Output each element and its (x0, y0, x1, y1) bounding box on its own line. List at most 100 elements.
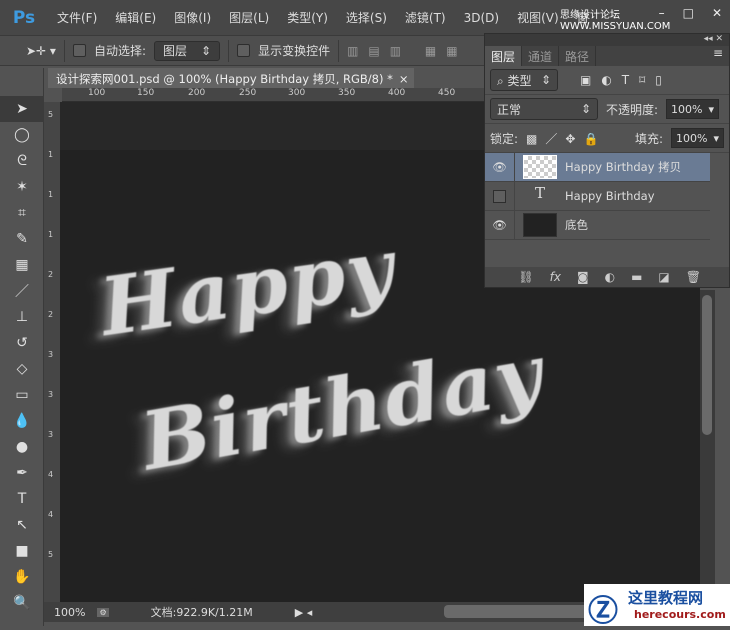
vruler-tick: 3 (48, 350, 54, 359)
eyedropper-icon[interactable]: ✎ (0, 226, 44, 252)
document-tab[interactable]: 设计探索网001.psd @ 100% (Happy Birthday 拷贝, … (48, 68, 414, 88)
type-tool-icon[interactable]: T (0, 486, 44, 512)
healing-brush-icon[interactable]: ▦ (0, 252, 44, 278)
layers-panel-footer: ⛓ fx ◙ ◐ ▬ ◪ 🗑 (485, 267, 729, 287)
zoom-level[interactable]: 100% (54, 606, 85, 619)
lock-icons[interactable]: ▩／✥🔒 (526, 130, 606, 147)
pen-tool-icon[interactable]: ✒ (0, 460, 44, 486)
minimize-button[interactable]: – (659, 6, 665, 20)
menu-edit[interactable]: 编辑(E) (106, 9, 165, 26)
menu-layer[interactable]: 图层(L) (220, 9, 278, 26)
blur-tool-icon[interactable]: 💧 (0, 408, 44, 434)
layer-name: 底色 (565, 218, 588, 232)
auto-select-checkbox[interactable] (72, 44, 86, 57)
vruler-tick: 1 (48, 230, 54, 239)
close-tab-icon[interactable]: × (399, 72, 409, 86)
gradient-tool-icon[interactable]: ▭ (0, 382, 44, 408)
folder-icon[interactable]: ▬ (631, 270, 642, 284)
layers-panel: ◂◂ ✕ 图层 通道 路径 ≡ ⌕ 类型 ⇕ ▣◐T⌑▯ 正常 ⇕ 不透明度: 10… (484, 33, 730, 288)
filter-icons[interactable]: ▣◐T⌑▯ (580, 73, 672, 87)
blend-mode-dropdown[interactable]: 正常 ⇕ (490, 98, 598, 120)
layer-row[interactable]: 👁 底色 (485, 211, 710, 240)
vruler-tick: 2 (48, 270, 54, 279)
mask-icon[interactable]: ◙ (577, 270, 589, 284)
vruler-tick: 3 (48, 390, 54, 399)
eye-icon[interactable]: 👁 (485, 211, 515, 239)
auto-select-label: 自动选择: (93, 44, 146, 58)
history-brush-icon[interactable]: ↺ (0, 330, 44, 356)
status-menu-arrow[interactable]: ▶ ◂ (295, 606, 312, 619)
layer-thumbnail (523, 213, 557, 237)
hand-tool-icon[interactable]: ✋ (0, 564, 44, 590)
menu-view[interactable]: 视图(V) (508, 9, 568, 26)
vruler-tick: 4 (48, 470, 54, 479)
shape-tool-icon[interactable]: ■ (0, 538, 44, 564)
layer-name: Happy Birthday 拷贝 (565, 160, 682, 174)
crop-tool-icon[interactable]: ⌗ (0, 200, 44, 226)
menu-select[interactable]: 选择(S) (337, 9, 396, 26)
horizontal-ruler: 100 150 200 250 300 350 400 450 (62, 88, 484, 102)
status-icon: ⚙ (97, 607, 109, 617)
fx-icon[interactable]: fx (550, 270, 561, 284)
layer-row[interactable]: T Happy Birthday (485, 182, 710, 211)
marquee-tool-icon[interactable]: ◯ (0, 122, 44, 148)
menu-image[interactable]: 图像(I) (165, 9, 220, 26)
photoshop-logo: Ps (12, 7, 36, 28)
maximize-button[interactable]: □ (683, 6, 694, 20)
link-icon[interactable]: ⛓ (518, 270, 533, 284)
align-icons[interactable]: ▥▤▥ ▦▦ (347, 44, 468, 58)
tools-panel: ➤ ◯ ᘓ ✶ ⌗ ✎ ▦ ／ ⊥ ↺ ◇ ▭ 💧 ● ✒ T ↖ ■ ✋ 🔍 (0, 68, 44, 626)
menu-type[interactable]: 类型(Y) (278, 9, 337, 26)
vruler-tick: 3 (48, 430, 54, 439)
tab-channels[interactable]: 通道 (522, 46, 560, 66)
text-layer-icon: T (534, 184, 545, 202)
new-layer-icon[interactable]: ◪ (658, 270, 669, 284)
stamp-tool-icon[interactable]: ⊥ (0, 304, 44, 330)
close-button[interactable]: ✕ (712, 6, 722, 20)
zoom-tool-icon[interactable]: 🔍 (0, 590, 44, 616)
opacity-label: 不透明度: (606, 102, 659, 117)
art-text-happy: Happy (94, 219, 401, 355)
tab-layers[interactable]: 图层 (485, 46, 523, 66)
art-text-birthday: Birthday (134, 325, 551, 489)
opacity-input[interactable]: 100% ▾ (666, 99, 720, 119)
brand-logo: Ⓩ (588, 594, 618, 629)
vruler-tick: 4 (48, 510, 54, 519)
site-watermark: Ⓩ 这里教程网 herecours.com (584, 584, 730, 629)
vertical-ruler: 5 1 1 1 2 2 3 3 3 4 4 5 (44, 102, 60, 602)
visibility-off-box[interactable] (485, 182, 515, 210)
fill-input[interactable]: 100% ▾ (671, 128, 724, 148)
show-transform-label: 显示变换控件 (258, 44, 331, 58)
path-select-icon[interactable]: ↖ (0, 512, 44, 538)
move-tool-icon[interactable]: ➤✛ ▾ (26, 44, 56, 58)
menu-filter[interactable]: 滤镜(T) (396, 9, 455, 26)
panel-collapse-icon[interactable]: ◂◂ ✕ (485, 34, 729, 46)
panel-menu-icon[interactable]: ≡ (713, 46, 729, 66)
auto-select-dropdown[interactable]: 图层 ⇕ (154, 40, 221, 61)
doc-info: 文档:922.9K/1.21M (150, 606, 253, 619)
layer-thumbnail (523, 155, 557, 179)
fill-label: 填充: (634, 131, 664, 146)
brush-tool-icon[interactable]: ／ (0, 278, 44, 304)
tab-paths[interactable]: 路径 (559, 46, 597, 66)
move-tool-icon[interactable]: ➤ (0, 96, 44, 122)
layer-name: Happy Birthday (565, 189, 655, 203)
layer-row[interactable]: 👁 Happy Birthday 拷贝 (485, 153, 710, 182)
dodge-tool-icon[interactable]: ● (0, 434, 44, 460)
vruler-tick: 1 (48, 150, 54, 159)
vruler-tick: 5 (48, 110, 54, 119)
magic-wand-icon[interactable]: ✶ (0, 174, 44, 200)
menu-file[interactable]: 文件(F) (48, 9, 106, 26)
eye-icon[interactable]: 👁 (485, 153, 515, 181)
menu-bar: Ps 文件(F) 编辑(E) 图像(I) 图层(L) 类型(Y) 选择(S) 滤… (0, 0, 730, 35)
trash-icon[interactable]: 🗑 (686, 270, 701, 284)
lasso-tool-icon[interactable]: ᘓ (0, 148, 44, 174)
menu-3d[interactable]: 3D(D) (455, 11, 508, 25)
vruler-tick: 5 (48, 550, 54, 559)
layer-filter-dropdown[interactable]: ⌕ 类型 ⇕ (490, 69, 558, 91)
adjustment-icon[interactable]: ◐ (605, 270, 615, 284)
eraser-icon[interactable]: ◇ (0, 356, 44, 382)
show-transform-checkbox[interactable] (237, 44, 251, 57)
vruler-tick: 2 (48, 310, 54, 319)
vertical-scroll-thumb[interactable] (702, 295, 712, 435)
